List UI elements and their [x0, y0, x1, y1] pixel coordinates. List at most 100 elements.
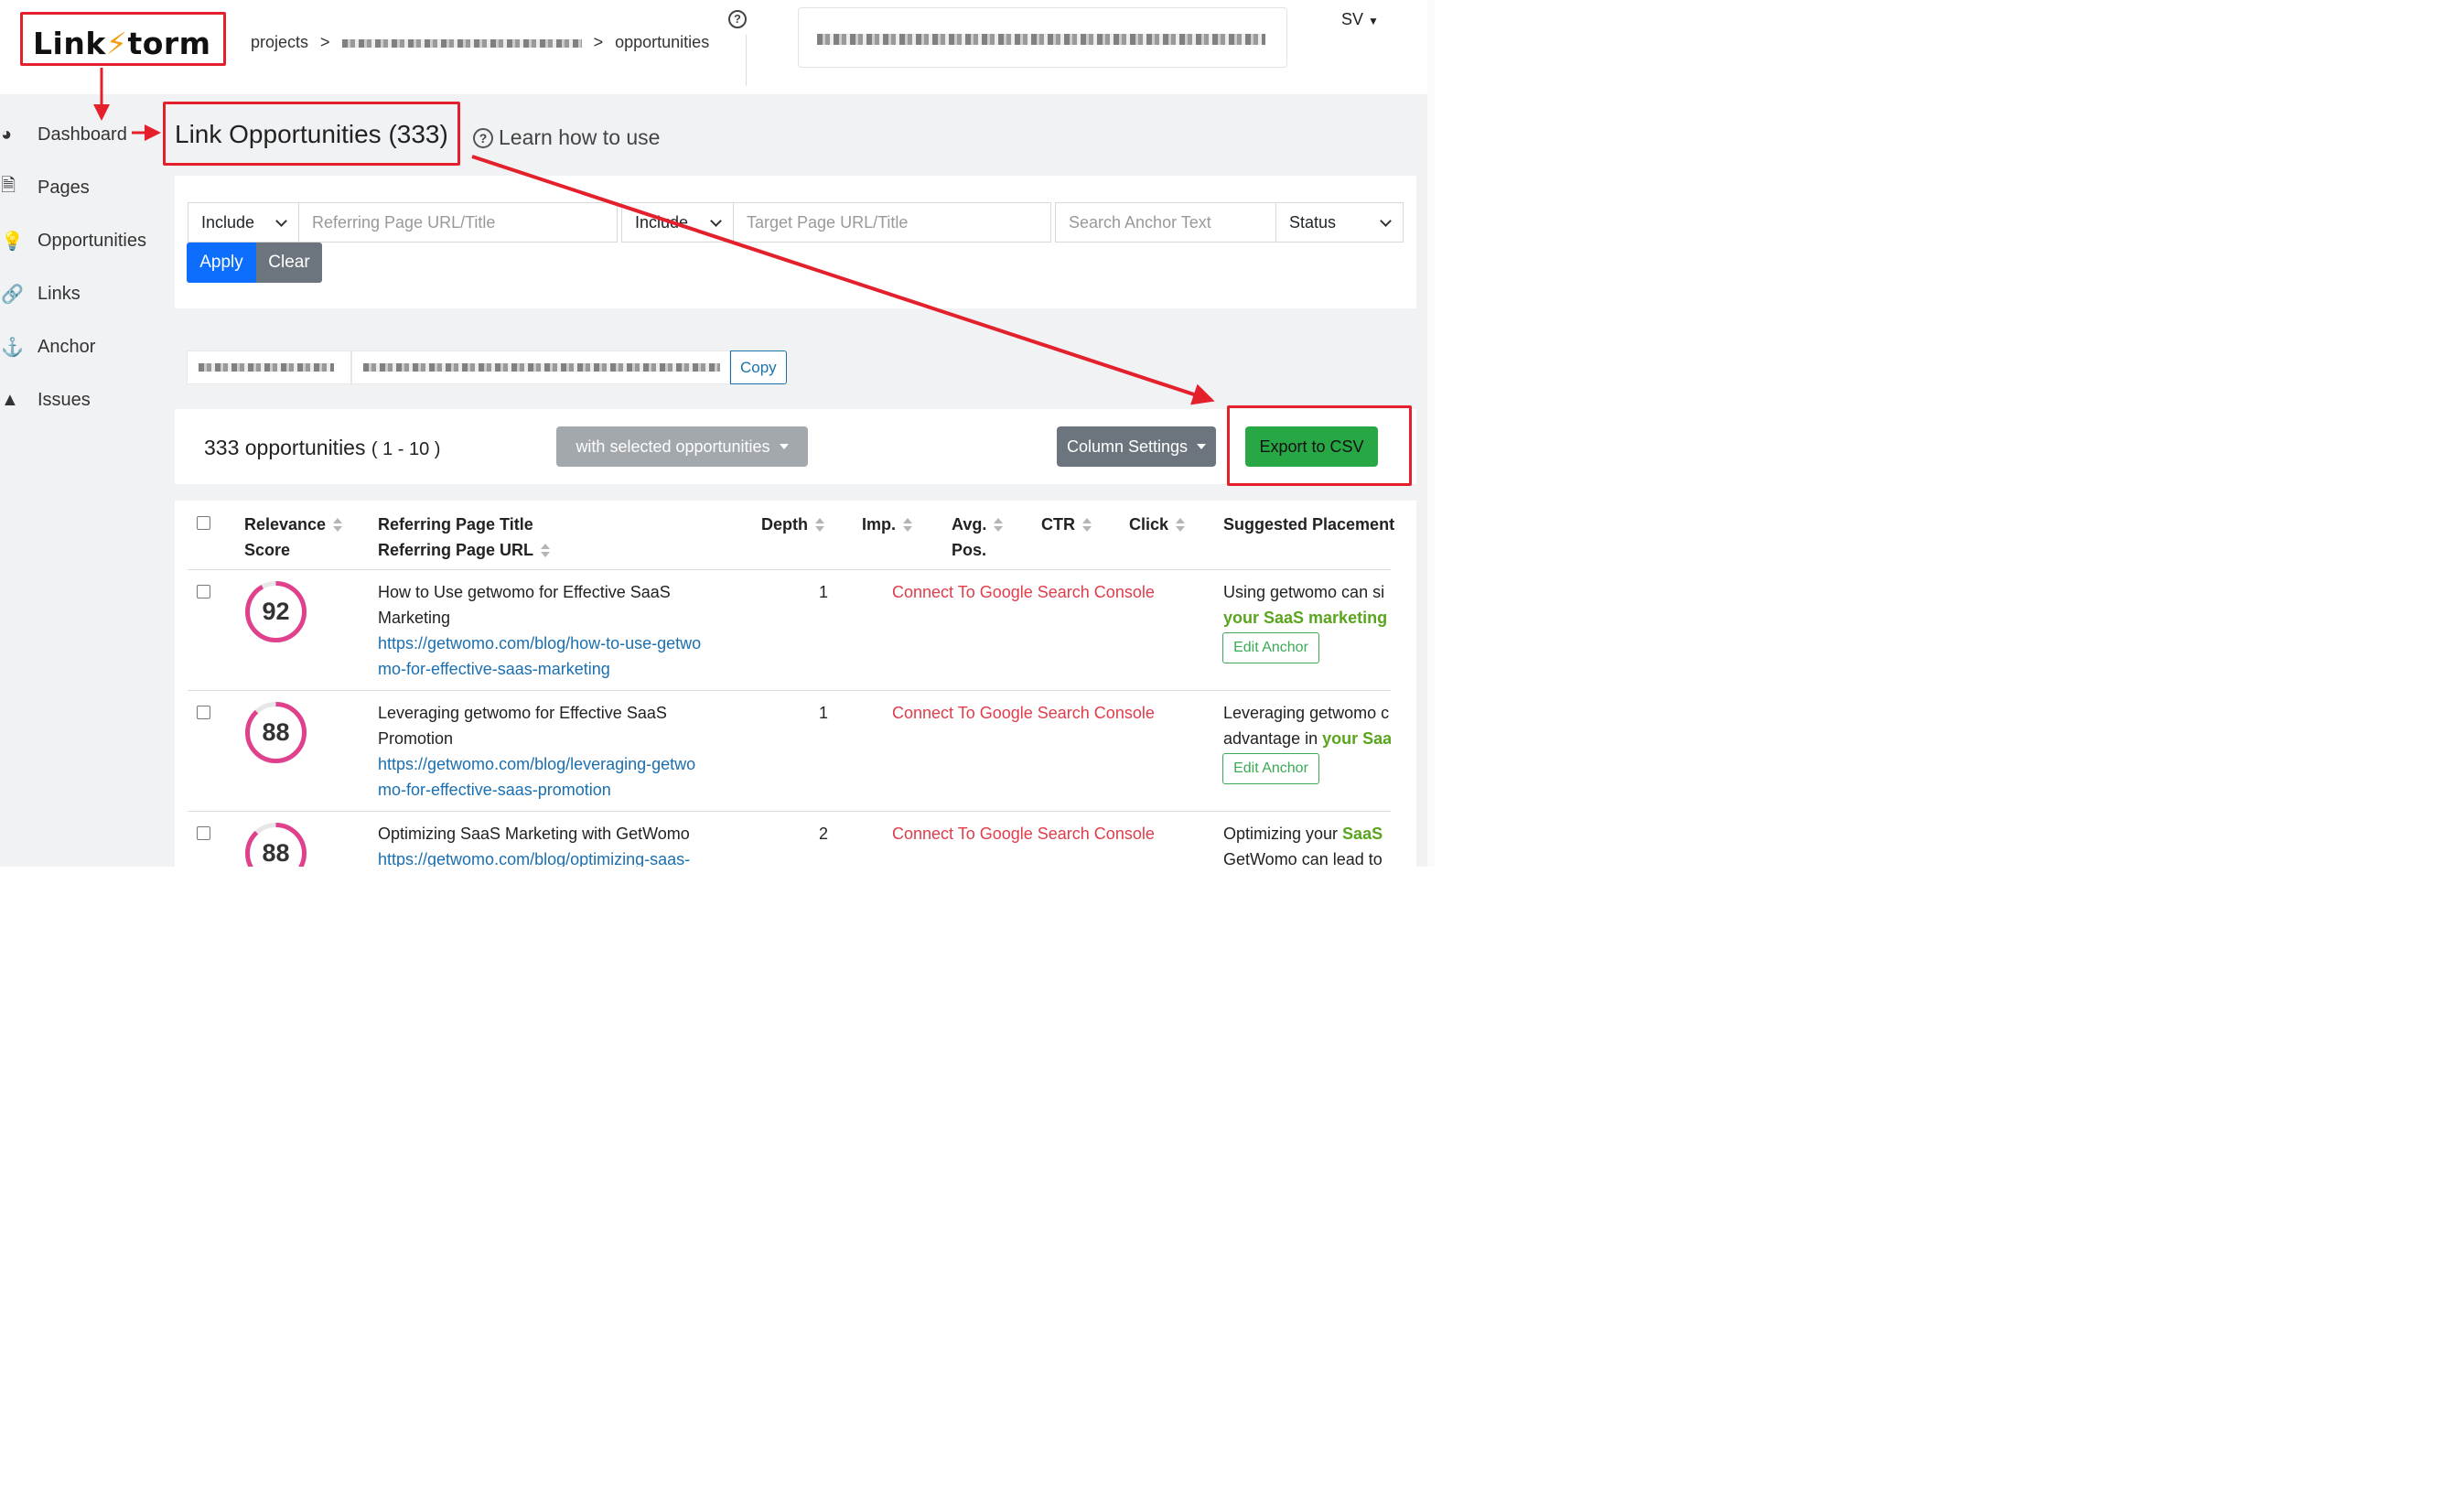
header-ctr[interactable]: CTR: [1041, 512, 1092, 537]
redacted-text: [817, 34, 1265, 45]
sort-icon[interactable]: [903, 518, 913, 533]
sort-icon[interactable]: [541, 544, 551, 558]
header-referring-page[interactable]: Referring Page Title Referring Page URL: [378, 512, 551, 563]
row-checkbox[interactable]: [197, 585, 210, 598]
learn-label: Learn how to use: [499, 125, 661, 149]
breadcrumb-projects[interactable]: projects: [251, 33, 308, 51]
header-impressions[interactable]: Imp.: [862, 512, 913, 537]
sidebar-item-label: Opportunities: [38, 230, 146, 251]
header-text: Score: [244, 541, 291, 559]
score-value: 92: [262, 598, 290, 625]
dashboard-icon: ◕: [1, 124, 13, 145]
header-text: Imp.: [862, 515, 897, 534]
suggested-placement: Optimizing your SaaS GetWomo can lead to: [1223, 821, 1391, 867]
sort-icon[interactable]: [1176, 518, 1186, 533]
connect-gsc-link[interactable]: Connect To Google Search Console: [892, 700, 1155, 726]
row-checkbox[interactable]: [197, 826, 210, 840]
sidebar: ◕ Dashboard 🗎 Pages 💡 Opportunities 🔗 Links …: [0, 108, 165, 426]
anchor-text-input[interactable]: Search Anchor Text: [1055, 202, 1276, 243]
filter-panel: Include Referring Page URL/Title Include…: [175, 176, 1416, 308]
export-csv-button[interactable]: Export to CSV: [1245, 426, 1378, 467]
scrollbar[interactable]: [1427, 0, 1435, 867]
clear-button[interactable]: Clear: [256, 243, 322, 283]
placement-text: Leveraging getwomo c: [1223, 704, 1390, 722]
header-click[interactable]: Click: [1129, 512, 1186, 537]
sort-icon[interactable]: [1082, 518, 1092, 533]
status-select[interactable]: Status: [1275, 202, 1404, 243]
table-row: 92 How to Use getwomo for Effective SaaS…: [175, 570, 1416, 691]
lightbulb-icon: 💡: [1, 231, 24, 252]
connect-gsc-link[interactable]: Connect To Google Search Console: [892, 821, 1155, 846]
select-value: Include: [201, 212, 255, 232]
copy-button[interactable]: Copy: [730, 350, 787, 384]
logo-text-left: Link: [33, 26, 106, 61]
edit-anchor-button[interactable]: Edit Anchor: [1222, 632, 1319, 663]
caret-down-icon: [779, 444, 789, 449]
referring-page-cell: How to Use getwomo for Effective SaaS Ma…: [378, 579, 707, 682]
table-row: 88 Leveraging getwomo for Effective SaaS…: [175, 691, 1416, 812]
relevance-score-ring: 92: [243, 579, 308, 644]
edit-anchor-button[interactable]: Edit Anchor: [1222, 753, 1319, 784]
question-circle-icon[interactable]: ?: [728, 10, 747, 28]
referring-page-input[interactable]: Referring Page URL/Title: [298, 202, 618, 243]
count-text: 333 opportunities: [204, 436, 366, 459]
header-depth[interactable]: Depth: [761, 512, 824, 537]
referring-page-url[interactable]: https://getwomo.com/blog/optimizing-saas…: [378, 846, 707, 867]
sidebar-item-pages[interactable]: 🗎 Pages: [0, 161, 165, 214]
target-page-input[interactable]: Target Page URL/Title: [733, 202, 1051, 243]
header-text: Suggested Placement: [1223, 515, 1395, 534]
header-text: Referring Page URL: [378, 541, 534, 559]
breadcrumb-project-name-redacted[interactable]: [341, 38, 582, 48]
header-relevance-score[interactable]: Relevance Score: [244, 512, 343, 563]
placement-anchor: your SaaS marketing s: [1223, 609, 1391, 627]
page-icon: 🗎: [1, 176, 16, 196]
linkstorm-logo[interactable]: Link⚡torm: [33, 26, 211, 61]
input-placeholder: Referring Page URL/Title: [312, 212, 496, 232]
sort-icon[interactable]: [815, 518, 824, 533]
select-all-checkbox[interactable]: [197, 516, 210, 530]
learn-how-to-use-link[interactable]: ? Learn how to use: [473, 125, 660, 150]
header-suggested-placement: Suggested Placement: [1223, 512, 1394, 537]
sidebar-item-dashboard[interactable]: ◕ Dashboard: [0, 108, 165, 161]
referring-page-url[interactable]: https://getwomo.com/blog/leveraging-getw…: [378, 751, 707, 803]
bulk-actions-dropdown[interactable]: with selected opportunities: [556, 426, 808, 467]
warning-icon: ▲: [1, 389, 19, 410]
referring-page-title: Optimizing SaaS Marketing with GetWomo: [378, 825, 690, 843]
project-selector-redacted[interactable]: [798, 7, 1287, 68]
sidebar-item-opportunities[interactable]: 💡 Opportunities: [0, 214, 165, 267]
header-text: Relevance: [244, 515, 327, 534]
sidebar-item-label: Dashboard: [38, 124, 127, 145]
referring-page-url[interactable]: https://getwomo.com/blog/how-to-use-getw…: [378, 631, 707, 682]
depth-value: 2: [819, 825, 829, 843]
referring-include-select[interactable]: Include: [188, 202, 299, 243]
sidebar-item-issues[interactable]: ▲ Issues: [0, 373, 165, 426]
sort-icon[interactable]: [333, 518, 343, 533]
column-settings-dropdown[interactable]: Column Settings: [1057, 426, 1216, 467]
sidebar-item-links[interactable]: 🔗 Links: [0, 267, 165, 320]
target-include-select[interactable]: Include: [621, 202, 734, 243]
anchor-icon: ⚓: [1, 337, 24, 358]
sidebar-item-anchor[interactable]: ⚓ Anchor: [0, 320, 165, 373]
button-label: Column Settings: [1066, 437, 1189, 456]
placement-anchor: SaaS: [1342, 825, 1383, 843]
opportunities-table: Relevance Score Referring Page Title Refer…: [175, 501, 1416, 867]
apply-button[interactable]: Apply: [187, 243, 256, 283]
header-text: CTR: [1041, 515, 1075, 534]
sort-icon[interactable]: [994, 518, 1004, 533]
select-value: Include: [635, 212, 689, 232]
redacted-field[interactable]: [187, 350, 351, 384]
referring-page-cell: Leveraging getwomo for Effective SaaS Pr…: [378, 700, 707, 803]
question-circle-icon: ?: [473, 127, 493, 148]
header-text: Referring Page Title: [378, 515, 533, 534]
suggested-placement: Leveraging getwomo c advantage in your Sa…: [1223, 700, 1391, 751]
link-icon: 🔗: [1, 284, 24, 305]
connect-gsc-link[interactable]: Connect To Google Search Console: [892, 579, 1155, 605]
header-avg-position[interactable]: Avg. Pos.: [952, 512, 1004, 563]
top-bar: Link⚡torm projects > > opportunities ? S…: [0, 0, 1435, 94]
user-initials: SV: [1341, 10, 1364, 28]
button-label: with selected opportunities: [576, 437, 770, 456]
select-value: Status: [1289, 212, 1337, 232]
redacted-field[interactable]: [351, 350, 730, 384]
row-checkbox[interactable]: [197, 706, 210, 719]
user-menu[interactable]: SV ▼: [1341, 10, 1379, 29]
